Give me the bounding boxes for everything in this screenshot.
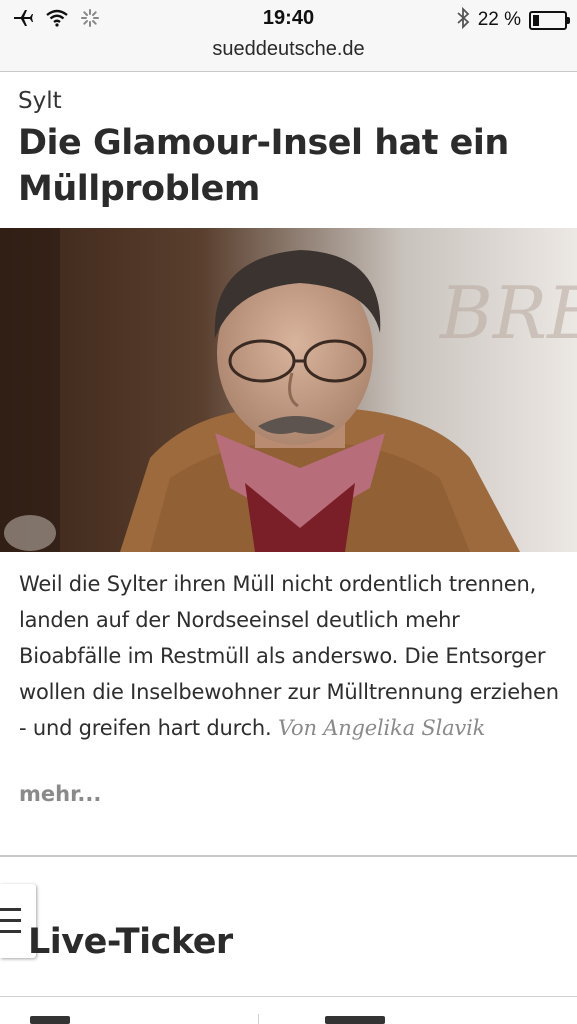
menu-bar-middle (0, 919, 21, 922)
next-item-peek-right (325, 1016, 385, 1024)
article-kicker: Sylt (18, 88, 62, 114)
article-headline[interactable]: Die Glamour-Insel hat ein Müllproblem (18, 120, 563, 212)
battery-icon (529, 10, 570, 30)
url-bar[interactable]: sueddeutsche.de (0, 38, 577, 61)
column-separator (258, 1014, 259, 1024)
section-divider (0, 855, 577, 857)
article-author: Von Angelika Slavik (277, 716, 486, 740)
article-hero-image[interactable]: BRE (0, 228, 577, 552)
next-item-peek-left (30, 1016, 70, 1024)
battery-fill (533, 14, 539, 26)
svg-text:BRE: BRE (438, 271, 577, 355)
more-link[interactable]: mehr... (19, 782, 101, 806)
teaser-text: Weil die Sylter ihren Müll nicht ordentl… (19, 572, 559, 740)
menu-bar-top (0, 908, 21, 911)
battery-percent: 22 % (477, 9, 521, 30)
article-teaser: Weil die Sylter ihren Müll nicht ordentl… (19, 566, 564, 746)
ticker-divider (0, 996, 577, 997)
browser-chrome: 19:40 22 % sueddeutsche.de (0, 0, 577, 72)
menu-bar-bottom (0, 930, 21, 933)
status-bar: 19:40 22 % (0, 0, 577, 36)
status-right: 22 % (456, 6, 570, 33)
section-title-live-ticker[interactable]: Live-Ticker (28, 922, 233, 962)
bluetooth-icon (456, 6, 470, 33)
